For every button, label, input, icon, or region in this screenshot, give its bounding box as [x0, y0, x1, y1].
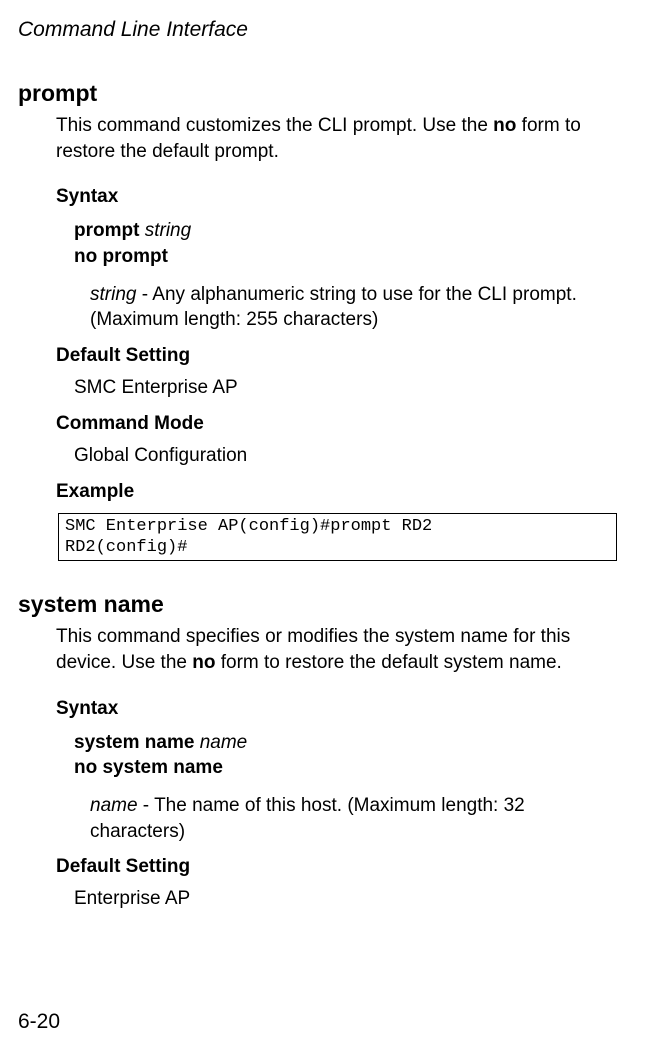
- param-arg: name: [90, 795, 138, 816]
- syntax-block-systemname: system name name no system name: [74, 730, 617, 781]
- syntax-block-prompt: prompt string no prompt: [74, 218, 617, 269]
- page-header: Command Line Interface: [18, 18, 617, 42]
- mode-value-prompt: Global Configuration: [74, 445, 617, 467]
- syntax-kw-no: no prompt: [74, 246, 168, 267]
- default-value-prompt: SMC Enterprise AP: [74, 377, 617, 399]
- command-heading-prompt: prompt: [18, 80, 617, 107]
- param-arg: string: [90, 284, 136, 305]
- default-heading: Default Setting: [56, 345, 617, 367]
- mode-heading: Command Mode: [56, 413, 617, 435]
- param-desc: - The name of this host. (Maximum length…: [90, 795, 525, 842]
- desc-bold: no: [493, 115, 516, 136]
- syntax-kw: prompt: [74, 220, 139, 241]
- syntax-arg: name: [200, 732, 248, 753]
- syntax-heading: Syntax: [56, 186, 617, 208]
- command-desc-systemname: This command specifies or modifies the s…: [56, 624, 617, 675]
- syntax-kw-no: no system name: [74, 757, 223, 778]
- example-box-prompt: SMC Enterprise AP(config)#prompt RD2 RD2…: [58, 513, 617, 562]
- desc-prefix: This command customizes the CLI prompt. …: [56, 115, 493, 136]
- page-number: 6-20: [18, 1010, 60, 1034]
- syntax-arg: string: [145, 220, 191, 241]
- command-heading-systemname: system name: [18, 591, 617, 618]
- desc-bold: no: [192, 652, 215, 673]
- command-desc-prompt: This command customizes the CLI prompt. …: [56, 113, 617, 164]
- desc-suffix: form to restore the default system name.: [215, 652, 561, 673]
- syntax-heading: Syntax: [56, 698, 617, 720]
- example-heading: Example: [56, 481, 617, 503]
- param-desc: - Any alphanumeric string to use for the…: [90, 284, 577, 331]
- param-block-systemname: name - The name of this host. (Maximum l…: [90, 793, 617, 844]
- param-block-prompt: string - Any alphanumeric string to use …: [90, 282, 617, 333]
- default-heading: Default Setting: [56, 856, 617, 878]
- default-value-systemname: Enterprise AP: [74, 888, 617, 910]
- syntax-kw: system name: [74, 732, 194, 753]
